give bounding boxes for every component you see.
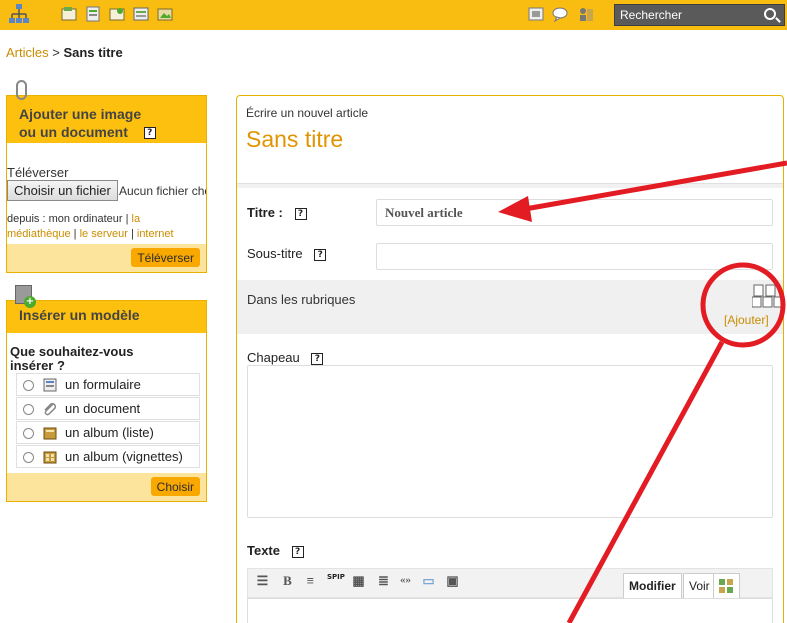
upload-box-header: Ajouter une image ou un document ? (7, 96, 206, 143)
sections-icon[interactable] (85, 6, 101, 22)
template-option-document[interactable]: un document (16, 397, 200, 420)
server-link[interactable]: le serveur (80, 228, 128, 240)
fullscreen-icon[interactable]: ▣ (445, 573, 460, 588)
tab-modifier[interactable]: Modifier (623, 573, 682, 598)
breadcrumb-current: Sans titre (63, 45, 123, 60)
heading-icon[interactable]: ☰ (255, 573, 270, 588)
sections-tree-icon[interactable] (752, 284, 784, 308)
sections-label: Dans les rubriques (247, 292, 356, 307)
breadcrumb-articles-link[interactable]: Articles (6, 45, 49, 60)
spip-link-icon[interactable]: SPIP (327, 573, 345, 588)
title-label: Titre : ? (247, 205, 307, 220)
users-icon[interactable] (578, 6, 594, 22)
articles-icon[interactable] (61, 6, 77, 22)
title-label-text: Titre : (247, 205, 283, 220)
paperclip-icon (44, 402, 57, 416)
divider (237, 183, 783, 188)
text-label-text: Texte (247, 543, 280, 558)
expand-editor-icon[interactable] (713, 573, 740, 598)
preview-icon[interactable] (528, 6, 544, 22)
radio-button[interactable] (23, 428, 34, 439)
choose-file-button[interactable]: Choisir un fichier (7, 180, 118, 201)
template-question-line2: insérer ? (10, 358, 65, 373)
chapeau-label: Chapeau ? (247, 350, 324, 365)
form-icon (43, 378, 57, 392)
template-box-footer: Choisir (7, 473, 206, 501)
bold-button[interactable]: B (280, 573, 295, 588)
search-box (614, 4, 785, 26)
template-option-album-list[interactable]: un album (liste) (16, 421, 200, 444)
template-box-title: Insérer un modèle (19, 307, 140, 323)
album-list-icon (43, 427, 57, 440)
help-icon[interactable]: ? (291, 545, 304, 558)
top-toolbar (0, 0, 787, 30)
upload-label: Téléverser (7, 165, 69, 180)
internet-link[interactable]: internet (137, 228, 174, 240)
radio-button[interactable] (23, 380, 34, 391)
align-icon[interactable]: ≣ (376, 573, 391, 588)
search-icon[interactable] (764, 8, 776, 20)
radio-button[interactable] (23, 452, 34, 463)
subtitle-input[interactable] (376, 243, 773, 270)
option-label: un document (65, 401, 141, 416)
choose-template-button[interactable]: Choisir (150, 477, 200, 496)
upload-submit-button[interactable]: Téléverser (131, 248, 200, 267)
paperclip-icon (16, 80, 27, 100)
file-status: Aucun fichier choisi (119, 184, 206, 198)
code-icon[interactable]: ▭ (421, 573, 436, 588)
search-input[interactable] (615, 5, 755, 25)
breadcrumb: Articles > Sans titre (6, 45, 123, 60)
template-option-album-thumbnails[interactable]: un album (vignettes) (16, 445, 200, 468)
sections-area: Dans les rubriques [Ajouter] (237, 280, 784, 334)
subtitle-label: Sous-titre ? (247, 246, 327, 261)
chapeau-textarea[interactable] (247, 365, 773, 518)
page-title: Sans titre (246, 126, 344, 152)
breadcrumb-separator: > (52, 45, 60, 60)
option-label: un album (vignettes) (65, 449, 183, 464)
add-section-link[interactable]: [Ajouter] (724, 313, 769, 327)
template-question-line1: Que souhaitez-vous (10, 344, 134, 359)
table-icon[interactable]: ▦ (351, 573, 366, 588)
help-icon[interactable]: ? (314, 248, 327, 261)
upload-source-prefix: depuis : mon ordinateur | (7, 213, 129, 225)
forums-icon[interactable] (133, 6, 149, 22)
site-map-icon[interactable] (9, 3, 29, 25)
text-editor-toolbar: ☰ B ≡ SPIP ▦ ≣ «» ▭ ▣ Modifier Voir (247, 568, 773, 598)
text-label: Texte ? (247, 543, 304, 558)
template-box-header: Insérer un modèle (7, 301, 206, 333)
option-label: un formulaire (65, 377, 141, 392)
editor-subtitle: Écrire un nouvel article (246, 106, 369, 120)
help-icon[interactable]: ? (143, 127, 156, 140)
radio-button[interactable] (23, 404, 34, 415)
subtitle-label-text: Sous-titre (247, 246, 303, 261)
help-icon[interactable]: ? (294, 207, 307, 220)
album-thumbnails-icon (43, 451, 57, 464)
text-textarea[interactable] (247, 598, 773, 623)
title-input[interactable] (376, 199, 773, 226)
quote-icon[interactable]: «» (398, 573, 413, 588)
help-icon[interactable]: ? (311, 352, 324, 365)
option-label: un album (liste) (65, 425, 154, 440)
chapeau-label-text: Chapeau (247, 350, 300, 365)
upload-box-footer: Téléverser (7, 244, 206, 272)
list-icon[interactable]: ≡ (303, 573, 318, 588)
template-option-form[interactable]: un formulaire (16, 373, 200, 396)
tab-voir[interactable]: Voir (683, 573, 716, 598)
template-icon (15, 285, 36, 308)
media-icon[interactable] (157, 6, 173, 22)
upload-sources: depuis : mon ordinateur | la médiathèque… (7, 213, 174, 240)
template-question: Que souhaitez-vous insérer ? (10, 345, 134, 373)
messages-icon[interactable] (552, 6, 568, 22)
upload-box-title-line2: ou un document (19, 124, 128, 140)
upload-box-title-line1: Ajouter une image (19, 106, 142, 122)
authors-icon[interactable] (109, 6, 125, 22)
